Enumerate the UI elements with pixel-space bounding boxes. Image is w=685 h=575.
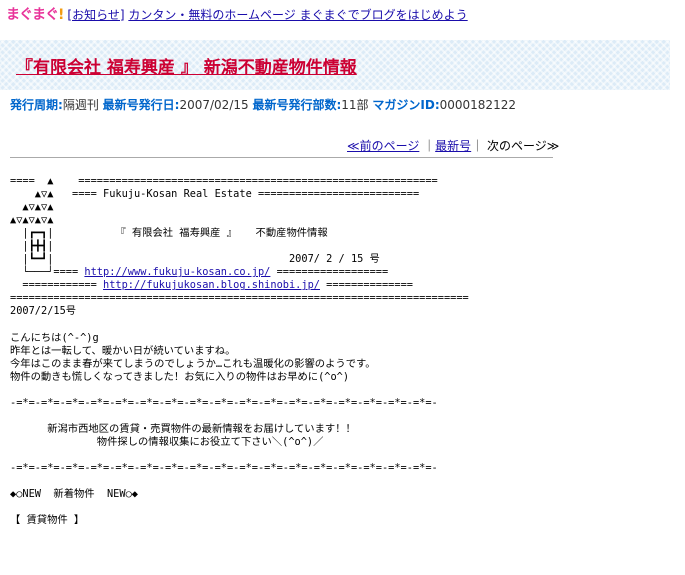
pager-divider — [10, 157, 553, 158]
banner-line: |┏━┓| 『 有限会社 福寿興産 』 不動産物件情報 — [10, 227, 328, 240]
pager-separator: ｜ — [423, 139, 436, 153]
company-url-link[interactable]: http://www.fukuju-kosan.co.jp/ — [84, 266, 270, 278]
banner-line: |┗━┛| 2007/ 2 / 15 号 — [10, 253, 380, 266]
banner-url-line: ============ http://fukujukosan.blog.shi… — [10, 279, 413, 292]
pager-separator: ｜ — [471, 139, 484, 153]
blank-line: ​ — [10, 449, 469, 462]
latest-issue-link[interactable]: 最新号 — [435, 139, 471, 153]
blank-line: ​ — [10, 475, 469, 488]
cycle-value: 隔週刊 — [62, 98, 99, 112]
blank-line: ​ — [10, 410, 469, 423]
magazine-meta: 発行周期:隔週刊 最新号発行日:2007/02/15 最新号発行部数:11部 マ… — [10, 96, 516, 113]
new-listings-header: ◆○NEW 新着物件 NEW○◆ — [10, 488, 138, 501]
mag2-logo[interactable]: まぐまぐ! — [6, 4, 64, 24]
magazine-id-label: マガジンID: — [372, 98, 440, 112]
magazine-title-box: 『有限会社 福寿興産 』 新潟不動産物件情報 — [0, 40, 670, 90]
greeting-line: 物件の動きも慌しくなってきました！お気に入りの物件はお早めに(^o^) — [10, 370, 350, 383]
greeting-line: 今年はこのまま春が来てしまうのでしょうか…これも温暖化の影響のようです。 — [10, 357, 376, 370]
issue-pager: ≪前のページ ｜最新号｜ 次のページ≫ — [347, 137, 559, 154]
banner-line: ========================================… — [10, 292, 469, 305]
magazine-id-value: 0000182122 — [439, 98, 516, 112]
banner-line: |┣╋┫| — [10, 240, 54, 253]
blog-url-link[interactable]: http://fukujukosan.blog.shinobi.jp/ — [103, 279, 320, 291]
banner-line: ▲▽▲▽▲ — [10, 201, 54, 214]
banner-url-line: └───┘==== http://www.fukuju-kosan.co.jp/… — [10, 266, 389, 279]
latest-date-label: 最新号発行日: — [102, 98, 180, 112]
notice-link[interactable]: カンタン・無料のホームページ まぐまぐでブログをはじめよう — [128, 8, 467, 22]
banner-line: ▲▽▲ ==== Fukuju-Kosan Real Estate ======… — [10, 188, 420, 201]
magazine-title-link[interactable]: 『有限会社 福寿興産 』 新潟不動産物件情報 — [16, 53, 357, 78]
next-page-text: 次のページ≫ — [487, 139, 560, 153]
divider-line: -=*=-=*=-=*=-=*=-=*=-=*=-=*=-=*=-=*=-=*=… — [10, 396, 438, 409]
copies-label: 最新号発行部数: — [252, 98, 342, 112]
notice-tag-link[interactable]: [お知らせ] — [67, 8, 124, 22]
blank-line: ​ — [10, 501, 469, 514]
message-line: 新潟市西地区の賃貸・売買物件の最新情報をお届けしています！！ — [10, 422, 356, 435]
blank-line: ​ — [10, 384, 469, 397]
top-bar: まぐまぐ! [お知らせ] カンタン・無料のホームページ まぐまぐでブログをはじめ… — [6, 4, 468, 24]
copies-value: 11部 — [341, 98, 369, 112]
message-line: 物件探しの情報収集にお役立て下さい＼(^o^)／ — [10, 435, 324, 448]
banner-line: ▲▽▲▽▲▽▲ — [10, 214, 54, 227]
blank-line: ​ — [10, 319, 469, 332]
banner-line: ==== ▲ =================================… — [10, 175, 438, 187]
issue-date: 2007/2/15号 — [10, 305, 77, 318]
divider-line: -=*=-=*=-=*=-=*=-=*=-=*=-=*=-=*=-=*=-=*=… — [10, 462, 438, 475]
prev-page-link[interactable]: ≪前のページ — [347, 139, 419, 153]
greeting-line: 昨年とは一転して、暖かい日が続いていますね。 — [10, 344, 236, 357]
greeting-line: こんにちは(^-^)g — [10, 331, 99, 344]
rental-section-header: 【 賃貸物件 】 — [10, 514, 85, 527]
latest-date-value: 2007/02/15 — [179, 98, 249, 112]
cycle-label: 発行周期: — [10, 98, 63, 112]
notice: [お知らせ] カンタン・無料のホームページ まぐまぐでブログをはじめよう — [67, 6, 467, 23]
issue-body: ==== ▲ =================================… — [10, 175, 469, 527]
